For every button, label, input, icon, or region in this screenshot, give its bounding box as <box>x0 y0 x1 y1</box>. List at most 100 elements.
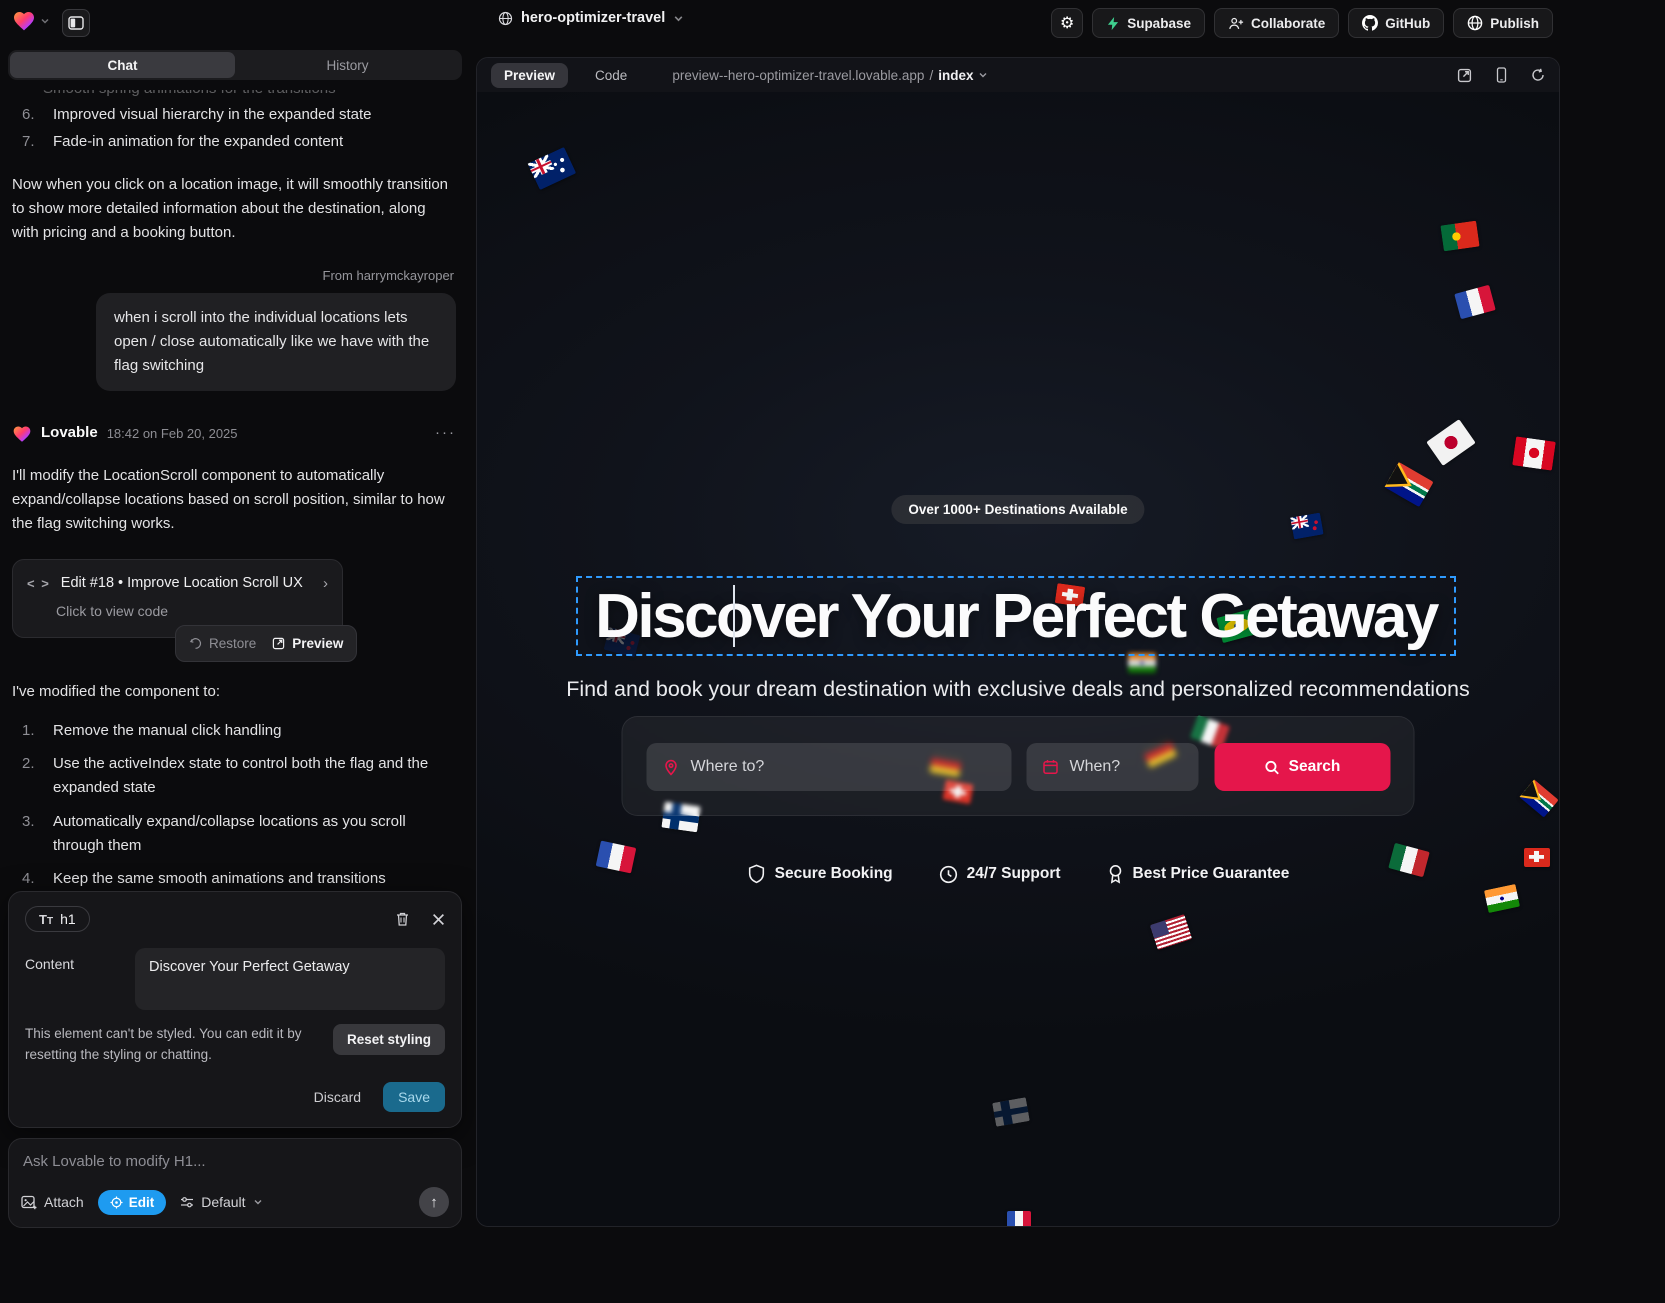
image-attach-icon <box>21 1195 37 1210</box>
attach-button[interactable]: Attach <box>21 1194 84 1210</box>
publish-button[interactable]: Publish <box>1453 8 1553 38</box>
preview-url[interactable]: preview--hero-optimizer-travel.lovable.a… <box>672 68 988 83</box>
tab-code[interactable]: Code <box>582 63 640 88</box>
mode-selector[interactable]: Default <box>180 1194 262 1210</box>
flag-usa-icon <box>1150 914 1192 950</box>
assistant-message-header: Lovable 18:42 on Feb 20, 2025 ··· <box>12 421 456 445</box>
chevron-down-icon <box>40 16 50 26</box>
chat-message-list[interactable]: Smooth spring animations for the transit… <box>0 86 470 886</box>
feature-secure-booking: Secure Booking <box>747 864 893 884</box>
flag-portugal-icon <box>1440 221 1479 252</box>
assistant-paragraph: I've modified the component to: <box>12 680 456 704</box>
when-input[interactable] <box>1070 758 1183 776</box>
lovable-heart-icon <box>12 9 36 33</box>
tab-history[interactable]: History <box>235 52 460 78</box>
type-icon: TT <box>39 912 53 927</box>
hero-subtitle: Find and book your dream destination wit… <box>477 677 1559 702</box>
project-selector[interactable]: hero-optimizer-travel <box>498 10 684 26</box>
preview-version-button[interactable]: Preview <box>272 633 343 655</box>
chevron-down-icon <box>673 13 684 24</box>
github-mark-icon <box>1362 15 1378 31</box>
message-more-button[interactable]: ··· <box>435 421 456 445</box>
list-item: 7. Fade-in animation for the expanded co… <box>12 130 456 154</box>
flag-new-zealand-icon <box>1290 513 1323 540</box>
globe-icon <box>1467 15 1483 31</box>
send-button[interactable]: ↑ <box>419 1187 449 1217</box>
trash-icon <box>395 911 410 927</box>
target-icon <box>110 1196 123 1209</box>
styling-note: This element can't be styled. You can ed… <box>25 1024 325 1066</box>
h1-selection-box[interactable]: Discover Your Perfect Getaway <box>576 576 1456 656</box>
list-item: 4.Keep the same smooth animations and tr… <box>12 867 456 886</box>
gear-icon: ⚙ <box>1060 13 1074 33</box>
search-bar: Search <box>622 716 1415 816</box>
user-message-bubble: when i scroll into the individual locati… <box>96 293 456 392</box>
list-item: 3.Automatically expand/collapse location… <box>12 810 456 859</box>
chevron-down-icon <box>253 1197 263 1207</box>
flag-canada-icon <box>1512 436 1556 470</box>
chat-input[interactable] <box>23 1153 447 1170</box>
sidebar-toggle-button[interactable] <box>62 9 90 37</box>
location-pin-icon <box>663 759 680 776</box>
hero-title[interactable]: Discover Your Perfect Getaway <box>595 581 1437 652</box>
flag-france-icon <box>1007 1211 1031 1227</box>
list-item: 1.Remove the manual click handling <box>12 719 456 743</box>
version-hover-toolbar: Restore Preview <box>175 625 357 663</box>
restore-icon <box>189 637 202 650</box>
supabase-button[interactable]: Supabase <box>1092 8 1205 38</box>
reset-styling-button[interactable]: Reset styling <box>333 1024 445 1055</box>
tab-chat[interactable]: Chat <box>10 52 235 78</box>
element-tag-pill[interactable]: TT h1 <box>25 906 90 932</box>
feature-best-price: Best Price Guarantee <box>1107 864 1290 884</box>
mobile-view-button[interactable] <box>1496 67 1507 83</box>
search-button[interactable]: Search <box>1215 743 1391 791</box>
message-timestamp: 18:42 on Feb 20, 2025 <box>107 423 238 444</box>
edit-mode-pill[interactable]: Edit <box>98 1190 167 1215</box>
feature-support: 24/7 Support <box>939 864 1061 884</box>
sliders-icon <box>180 1196 194 1209</box>
flag-india-icon <box>1484 883 1520 912</box>
preview-panel: Preview Code preview--hero-optimizer-tra… <box>476 57 1560 1227</box>
shield-icon <box>747 864 766 884</box>
edit-card-title: Edit #18 • Improve Location Scroll UX <box>61 572 303 595</box>
chevron-right-icon: › <box>323 572 328 596</box>
external-link-icon <box>272 637 285 650</box>
discard-button[interactable]: Discard <box>314 1089 361 1105</box>
flag-finland-icon <box>992 1097 1030 1127</box>
modifications-list: 1.Remove the manual click handling 2.Use… <box>12 719 456 886</box>
content-textarea[interactable]: Discover Your Perfect Getaway <box>135 948 445 1010</box>
refresh-button[interactable] <box>1531 68 1545 82</box>
panel-layout-icon <box>68 15 84 31</box>
clock-icon <box>939 865 958 884</box>
content-label: Content <box>25 948 121 1010</box>
calendar-icon <box>1043 759 1059 775</box>
github-button[interactable]: GitHub <box>1348 8 1444 38</box>
preview-toolbar: Preview Code preview--hero-optimizer-tra… <box>477 58 1559 92</box>
settings-button[interactable]: ⚙ <box>1051 8 1083 38</box>
delete-element-button[interactable] <box>395 911 410 927</box>
code-brackets-icon: < > <box>27 573 51 594</box>
lovable-logo-menu[interactable] <box>12 9 50 33</box>
list-item: 6. Improved visual hierarchy in the expa… <box>12 103 456 127</box>
edit-card-subtitle: Click to view code <box>27 600 328 623</box>
tab-preview[interactable]: Preview <box>491 63 568 88</box>
chevron-down-icon <box>978 70 988 80</box>
chat-sidebar: Chat History Smooth spring animations fo… <box>0 46 470 1303</box>
lovable-heart-icon <box>12 424 32 444</box>
open-in-new-tab-button[interactable] <box>1457 68 1472 83</box>
where-input-wrap[interactable] <box>647 743 1012 791</box>
collaborate-button[interactable]: Collaborate <box>1214 8 1339 38</box>
preview-viewport[interactable]: Over 1000+ Destinations Available Discov… <box>477 92 1559 1226</box>
close-editor-button[interactable] <box>432 913 445 926</box>
list-item: 2.Use the activeIndex state to control b… <box>12 752 456 801</box>
restore-button[interactable]: Restore <box>189 633 256 655</box>
lovable-app-window: hero-optimizer-travel ⚙ Supabase Collabo… <box>0 0 1665 1303</box>
award-icon <box>1107 864 1124 884</box>
where-input[interactable] <box>691 758 996 776</box>
collaborate-people-icon <box>1228 16 1244 31</box>
save-button[interactable]: Save <box>383 1082 445 1112</box>
when-input-wrap[interactable] <box>1027 743 1199 791</box>
flag-south-africa-icon <box>1384 461 1433 506</box>
text-caret <box>733 585 735 647</box>
globe-icon <box>498 11 513 26</box>
